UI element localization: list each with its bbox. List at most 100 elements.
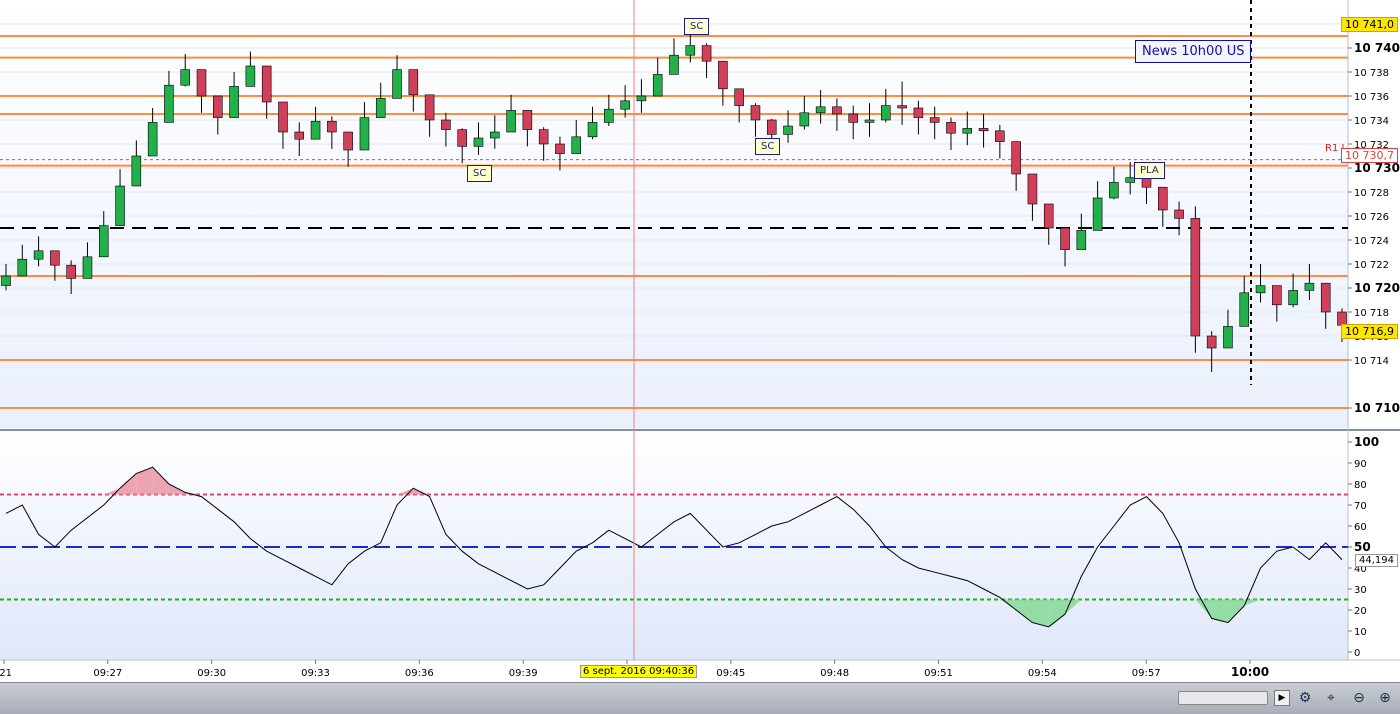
candle-body — [457, 129, 467, 147]
time-tick-label: 09:51 — [924, 668, 953, 679]
candle-body — [799, 112, 810, 127]
candle-body — [1076, 230, 1087, 250]
candle-body — [832, 106, 842, 115]
candle-body — [327, 120, 337, 133]
rsi-tick-label: 0 — [1354, 648, 1360, 659]
rsi-tick-label: 30 — [1354, 585, 1367, 596]
candle-body — [995, 130, 1005, 142]
bottom-toolbar: ▶ ⚙ ⌖ ⊖ ⊕ — [0, 682, 1400, 714]
candle-body — [310, 120, 321, 140]
candle-body — [1288, 290, 1298, 306]
price-tick-label: 10 720 — [1354, 281, 1400, 295]
zoom-out-icon[interactable]: ⊖ — [1350, 689, 1368, 707]
sc-annotation-3[interactable]: SC — [755, 138, 781, 155]
candle-body — [913, 107, 924, 118]
candle-body — [1027, 173, 1038, 205]
rsi-tick-label: 90 — [1354, 459, 1367, 470]
sc-annotation-2[interactable]: SC — [467, 165, 493, 182]
pla-annotation[interactable]: PLA — [1134, 162, 1165, 179]
candle-body — [1141, 177, 1152, 188]
rsi-tick-label: 80 — [1354, 480, 1367, 491]
candle-body — [1174, 209, 1184, 219]
candle-body — [66, 264, 76, 279]
candle-body — [408, 69, 419, 96]
candle-body — [555, 143, 565, 154]
candle-body — [343, 131, 353, 151]
candle-body — [604, 108, 614, 123]
candle-body — [718, 60, 728, 90]
candle-body — [848, 113, 858, 123]
price-tick-label: 10 740 — [1354, 41, 1400, 55]
time-tick-label: 09:30 — [197, 668, 226, 679]
candle-body — [864, 119, 875, 123]
candle-body — [946, 122, 956, 134]
candle-body — [180, 69, 191, 86]
time-tick-label: 09:36 — [405, 668, 434, 679]
price-tick-label: 10 736 — [1354, 92, 1389, 103]
candle-body — [1060, 227, 1070, 250]
time-tick-label: 09:48 — [820, 668, 849, 679]
candle-body — [489, 131, 500, 139]
candle-body — [147, 122, 158, 157]
candle-body — [929, 117, 940, 123]
price-tick-label: 10 734 — [1354, 116, 1389, 127]
rsi-tick-label: 20 — [1354, 606, 1367, 617]
time-tick-label: 09:57 — [1132, 668, 1161, 679]
candle-body — [98, 225, 109, 258]
candle-body — [506, 110, 516, 133]
candle-body — [685, 45, 696, 56]
candle-body — [1092, 197, 1103, 231]
zoom-in-icon[interactable]: ⊕ — [1376, 689, 1394, 707]
candle-body — [131, 155, 142, 187]
candle-body — [1304, 282, 1315, 291]
candle-body — [1190, 218, 1201, 337]
time-tick-label: 10:00 — [1231, 665, 1269, 679]
candle-body — [587, 122, 598, 138]
price-tick-label: 10 724 — [1354, 236, 1389, 247]
candle-body — [213, 95, 223, 118]
rsi-tick-label: 70 — [1354, 501, 1367, 512]
rsi-tick-label: 10 — [1354, 627, 1367, 638]
candle-body — [571, 136, 582, 154]
candle-body — [278, 101, 288, 133]
chart-settings-icon[interactable]: ⚙ — [1296, 689, 1314, 707]
candle-body — [1011, 141, 1021, 175]
candle-body — [538, 129, 549, 145]
price-tick-label: 10 710 — [1354, 401, 1400, 415]
pivot-price-tag: 10 730,7 — [1341, 148, 1398, 163]
candle-body — [196, 69, 207, 97]
candle-body — [1272, 285, 1282, 306]
candle-body — [1206, 335, 1217, 349]
candle-body — [669, 54, 679, 75]
price-tick-label: 10 722 — [1354, 260, 1389, 271]
rsi-tick-label: 60 — [1354, 522, 1367, 533]
time-tick-label: 09:39 — [509, 668, 538, 679]
candle-body — [441, 119, 451, 130]
candle-body — [17, 258, 28, 277]
candle-body — [815, 106, 826, 114]
candle-body — [1255, 285, 1266, 294]
news-annotation[interactable]: News 10h00 US — [1135, 40, 1252, 63]
time-scrollbar-thumb[interactable] — [1178, 691, 1268, 705]
candle-body — [375, 98, 386, 118]
price-tick-label: 10 726 — [1354, 212, 1389, 223]
candle-body — [261, 65, 272, 103]
candle-body — [1239, 292, 1250, 327]
scroll-right-arrow[interactable]: ▶ — [1274, 690, 1290, 706]
candle-body — [392, 69, 402, 99]
last-price-tag: 10 716,9 — [1341, 324, 1398, 339]
candle-body — [1043, 203, 1054, 229]
price-chart: 10 74210 74010 73810 73610 73410 73210 7… — [0, 0, 1400, 679]
candle-body — [229, 86, 239, 118]
candle-body — [1, 275, 11, 286]
time-tick-label: 09:54 — [1028, 668, 1057, 679]
price-tick-label: 10 730 — [1354, 161, 1400, 175]
rsi-value-tag: 44,194 — [1355, 554, 1398, 567]
rsi-oversold-fill — [1032, 599, 1049, 627]
price-tick-label: 10 738 — [1354, 68, 1389, 79]
candle-body — [1158, 186, 1168, 211]
candle-body — [962, 128, 973, 134]
sc-annotation-1[interactable]: SC — [684, 18, 710, 35]
zoom-fit-icon[interactable]: ⌖ — [1322, 689, 1340, 707]
rsi-tick-label: 50 — [1354, 540, 1371, 554]
